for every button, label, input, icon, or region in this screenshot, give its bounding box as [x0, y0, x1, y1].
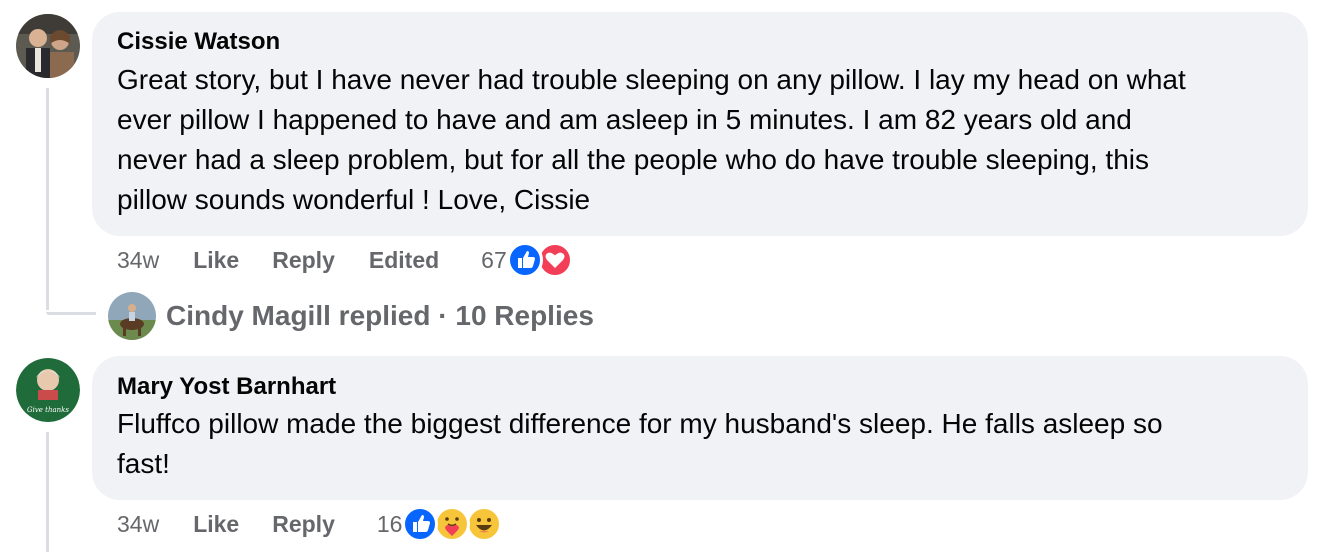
comment-timestamp[interactable]: 34w: [117, 511, 159, 538]
reaction-count[interactable]: 67: [481, 247, 507, 274]
comment-text: Great story, but I have never had troubl…: [117, 60, 1297, 220]
comment-text-line: Fluffco pillow made the biggest differen…: [117, 408, 1163, 439]
comment-author[interactable]: Mary Yost Barnhart: [117, 373, 336, 401]
thread-line-vertical: [46, 88, 49, 310]
avatar-photo: [16, 14, 80, 78]
reply-button[interactable]: Reply: [272, 247, 335, 274]
thread-line-branch: [46, 312, 96, 315]
replier-avatar: [108, 292, 156, 340]
replies-summary[interactable]: Cindy Magill replied · 10 Replies: [166, 300, 594, 332]
comment-text-line: never had a sleep problem, but for all t…: [117, 144, 1150, 175]
comment-text-line: fast!: [117, 448, 170, 479]
comment-text-line: pillow sounds wonderful ! Love, Cissie: [117, 184, 591, 215]
reaction-count[interactable]: 16: [377, 511, 403, 538]
comment-actions: 34w Like Reply Edited 67: [117, 240, 573, 280]
comment-text-line: ever pillow I happened to have and am as…: [117, 104, 1132, 135]
avatar-caption: Give thanks: [27, 406, 69, 414]
comment-text: Fluffco pillow made the biggest differen…: [117, 404, 1297, 484]
comment-timestamp[interactable]: 34w: [117, 247, 159, 274]
like-button[interactable]: Like: [193, 511, 239, 538]
care-icon: [434, 506, 471, 542]
reply-button[interactable]: Reply: [272, 511, 335, 538]
edited-label[interactable]: Edited: [369, 247, 439, 274]
like-button[interactable]: Like: [193, 247, 239, 274]
comment-text-line: Great story, but I have never had troubl…: [117, 64, 1186, 95]
comment-actions: 34w Like Reply 16: [117, 504, 503, 544]
like-icon: [506, 242, 543, 278]
reaction-icons[interactable]: [506, 242, 573, 278]
comment-author[interactable]: Cissie Watson: [117, 28, 280, 56]
view-replies-link[interactable]: Cindy Magill replied · 10 Replies: [108, 292, 594, 340]
thread-line-vertical: [46, 432, 49, 552]
avatar[interactable]: [16, 14, 80, 78]
avatar-photo: Give thanks: [16, 358, 80, 422]
avatar[interactable]: Give thanks: [16, 358, 80, 422]
like-icon: [402, 506, 439, 542]
reaction-icons[interactable]: [402, 506, 503, 542]
haha-icon: [466, 506, 503, 542]
